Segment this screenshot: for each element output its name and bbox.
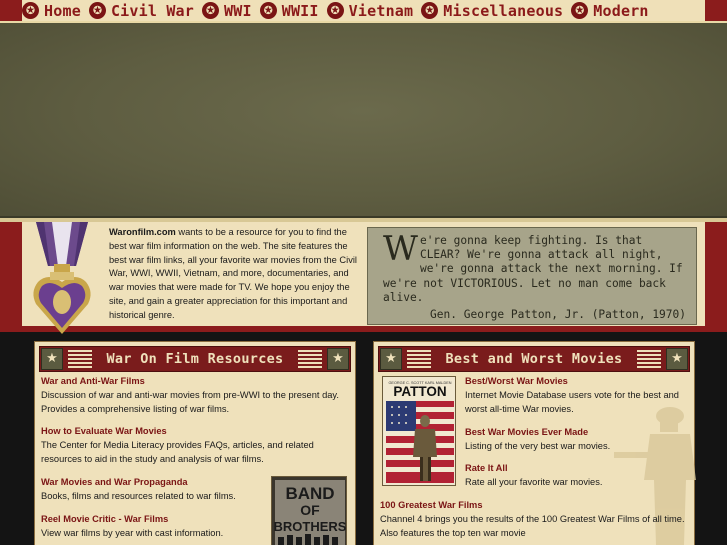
resource-description: Books, films and resources related to wa… [41, 490, 236, 501]
banner-texture [0, 23, 727, 219]
hero-banner [0, 23, 727, 219]
list-item: War Movies and War Propaganda Books, fil… [41, 476, 266, 504]
star-icon: ✪ [202, 2, 220, 19]
star-icon: ✪ [421, 2, 439, 19]
nav-item-home[interactable]: ✪ Home [22, 2, 86, 20]
nav-link-miscellaneous[interactable]: Miscellaneous [443, 2, 563, 20]
nav-link-modern[interactable]: Modern [593, 2, 648, 20]
panel-title: Best and Worst Movies [445, 351, 623, 367]
movies-description: Listing of the very best war movies. [465, 440, 611, 451]
resource-description: The Center for Media Literacy provides F… [41, 439, 314, 464]
band-of-brothers-poster[interactable]: BAND OF BROTHERS [271, 476, 347, 545]
resource-link[interactable]: War Movies and War Propaganda [41, 476, 266, 490]
nav-link-wwii[interactable]: WWII [282, 2, 319, 20]
poster-image: BAND OF BROTHERS [272, 477, 347, 545]
movies-link[interactable]: Rate It All [465, 462, 695, 476]
flag-stripes-icon [637, 350, 661, 368]
list-item: Best/Worst War Movies Internet Movie Dat… [465, 375, 695, 416]
resource-link[interactable]: How to Evaluate War Movies [41, 425, 341, 439]
movies-link[interactable]: 100 Greatest War Films [380, 499, 698, 513]
star-badge-icon: ★ [41, 348, 63, 370]
star-badge-icon: ★ [666, 348, 688, 370]
top-navigation-bar: ✪ Home ✪ Civil War ✪ WWI ✪ WWII ✪ Vietnam ✪ Mi… [0, 0, 727, 23]
resource-link[interactable]: War and Anti-War Films [41, 375, 351, 389]
patton-poster[interactable]: GEORGE C. SCOTT KARL MALDEN PATTON [382, 376, 456, 486]
poster-title-line-2: OF [300, 502, 320, 518]
poster-title-line-1: BAND [285, 484, 334, 503]
star-badge-icon: ★ [327, 348, 349, 370]
nav-item-wwi[interactable]: ✪ WWI [202, 2, 257, 20]
resource-description: View war films by year with cast informa… [41, 527, 224, 538]
movies-link[interactable]: Best/Worst War Movies [465, 375, 695, 389]
quote-dropcap: W [383, 229, 418, 269]
poster-image: GEORGE C. SCOTT KARL MALDEN PATTON [383, 377, 455, 485]
list-item: How to Evaluate War Movies The Center fo… [41, 425, 341, 466]
nav-link-civil-war[interactable]: Civil War [111, 2, 194, 20]
movies-description: Channel 4 brings you the results of the … [380, 513, 685, 538]
panel-header: ★ War On Film Resources ★ [39, 346, 351, 372]
list-item: Reel Movie Critic - War Films View war f… [41, 513, 266, 541]
nav-item-modern[interactable]: ✪ Modern [571, 2, 653, 20]
resource-link[interactable]: Reel Movie Critic - War Films [41, 513, 266, 527]
poster-title: PATTON [393, 384, 446, 399]
panel-header: ★ Best and Worst Movies ★ [378, 346, 690, 372]
resource-description: Discussion of war and anti-war movies fr… [41, 389, 339, 414]
nav-link-home[interactable]: Home [44, 2, 81, 20]
site-name: Waronfilm.com [109, 227, 176, 237]
quote-attribution: Gen. George Patton, Jr. (Patton, 1970) [430, 308, 686, 322]
nav-link-wwi[interactable]: WWI [224, 2, 252, 20]
poster-title-line-3: BROTHERS [274, 519, 347, 534]
movies-description: Rate all your favorite war movies. [465, 476, 603, 487]
nav-menu: ✪ Home ✪ Civil War ✪ WWI ✪ WWII ✪ Vietnam ✪ Mi… [22, 0, 657, 21]
nav-item-wwii[interactable]: ✪ WWII [259, 2, 324, 20]
flag-stripes-icon [68, 350, 92, 368]
intro-body: wants to be a resource for you to find t… [109, 227, 357, 320]
star-icon: ✪ [88, 2, 106, 19]
movies-description: Internet Movie Database users vote for t… [465, 389, 679, 414]
nav-item-civil-war[interactable]: ✪ Civil War [88, 2, 199, 20]
list-item: War and Anti-War Films Discussion of war… [41, 375, 351, 416]
star-badge-icon: ★ [380, 348, 402, 370]
flag-stripes-icon [298, 350, 322, 368]
nav-item-miscellaneous[interactable]: ✪ Miscellaneous [421, 2, 568, 20]
star-icon: ✪ [571, 2, 589, 19]
nav-link-vietnam[interactable]: Vietnam [349, 2, 414, 20]
quote-text: e're gonna keep fighting. Is that CLEAR?… [383, 234, 683, 304]
movies-link[interactable]: Best War Movies Ever Made [465, 426, 695, 440]
star-icon: ✪ [259, 2, 277, 19]
flag-stripes-icon [407, 350, 431, 368]
purple-heart-medal-icon [33, 222, 91, 334]
star-icon: ✪ [326, 2, 344, 19]
nav-item-vietnam[interactable]: ✪ Vietnam [326, 2, 419, 20]
list-item: 100 Greatest War Films Channel 4 brings … [380, 499, 698, 540]
list-item: Best War Movies Ever Made Listing of the… [465, 426, 695, 454]
panel-title: War On Film Resources [106, 351, 284, 367]
star-icon: ✪ [22, 2, 39, 19]
quote-box: W e're gonna keep fighting. Is that CLEA… [367, 227, 697, 325]
list-item: Rate It All Rate all your favorite war m… [465, 462, 695, 490]
intro-description: Waronfilm.com wants to be a resource for… [109, 226, 357, 323]
